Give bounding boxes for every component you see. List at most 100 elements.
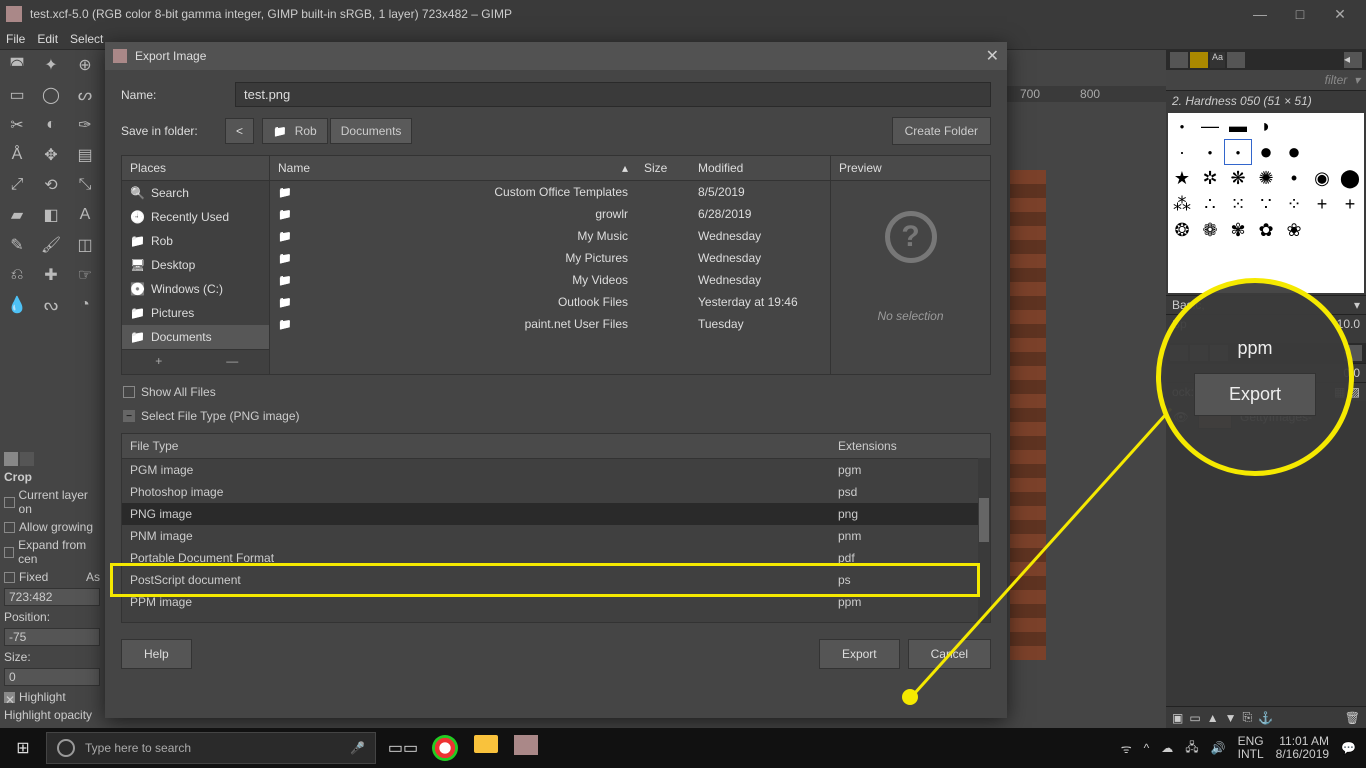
crumb-documents[interactable]: Documents <box>330 118 413 144</box>
places-item[interactable]: 📁Pictures <box>122 301 269 325</box>
foreground-select-icon[interactable]: ◐ <box>34 110 68 140</box>
file-row[interactable]: paint.net User FilesTuesday <box>270 313 830 335</box>
move-icon[interactable]: ✥ <box>34 140 68 170</box>
ellipse-select-icon[interactable]: ◯ <box>34 80 68 110</box>
measure-icon[interactable]: Å <box>0 140 34 170</box>
minimize-button[interactable]: — <box>1240 6 1280 22</box>
brush-spacing[interactable]: Sp10.0 <box>1166 314 1366 333</box>
option-expand[interactable]: Expand from cen <box>0 536 104 568</box>
scale-icon[interactable]: ⤡ <box>68 170 102 200</box>
rect-select-icon[interactable]: ▭ <box>0 80 34 110</box>
task-view-icon[interactable]: ▭▭ <box>390 735 416 761</box>
brush-filter[interactable]: filter ▾ <box>1166 70 1366 91</box>
pencil-icon[interactable]: ✎ <box>0 230 34 260</box>
mic-icon[interactable]: 🎤 <box>350 741 365 755</box>
dodge-icon[interactable]: ᔓ <box>34 290 68 320</box>
file-row[interactable]: growlr6/28/2019 <box>270 203 830 225</box>
layer-lock[interactable]: ock:▦ ▨ <box>1166 382 1366 401</box>
visibility-icon[interactable]: 👁 <box>1172 410 1190 424</box>
select-file-type-toggle[interactable]: −Select File Type (PNG image) <box>121 409 991 423</box>
dialog-close-button[interactable]: ✕ <box>986 46 999 66</box>
chrome-icon[interactable] <box>432 735 458 761</box>
file-row[interactable]: Outlook FilesYesterday at 19:46 <box>270 291 830 313</box>
column-modified[interactable]: Modified <box>690 156 830 180</box>
file-type-row[interactable]: PPM imageppm <box>122 591 990 613</box>
file-type-row[interactable]: Portable Document Formatpdf <box>122 547 990 569</box>
explorer-icon[interactable] <box>474 735 498 753</box>
eraser-icon[interactable]: ◫ <box>68 230 102 260</box>
tray-icon[interactable]: ᯤ <box>1121 740 1132 757</box>
rotate-icon[interactable]: ⟲ <box>34 170 68 200</box>
notifications-icon[interactable]: 💬 <box>1341 741 1356 755</box>
file-row[interactable]: My MusicWednesday <box>270 225 830 247</box>
show-all-files-checkbox[interactable]: Show All Files <box>121 385 991 399</box>
paths-icon[interactable]: ✑ <box>68 110 102 140</box>
crumb-rob[interactable]: Rob <box>262 118 328 144</box>
places-item[interactable]: 🔍Search <box>122 181 269 205</box>
close-button[interactable]: ✕ <box>1320 6 1360 23</box>
scissors-icon[interactable]: ✂ <box>0 110 34 140</box>
tray-icon[interactable]: ☁ <box>1161 741 1173 755</box>
text-icon[interactable]: A <box>68 200 102 230</box>
free-select-icon[interactable]: ᔕ <box>68 80 102 110</box>
file-row[interactable]: My VideosWednesday <box>270 269 830 291</box>
brush-icon[interactable]: 🖌 <box>34 230 68 260</box>
aspect-field[interactable]: 723:482 <box>4 588 100 606</box>
taskbar-clock[interactable]: 11:01 AM8/16/2019 <box>1276 735 1329 761</box>
position-field[interactable]: -75 <box>4 628 100 646</box>
maximize-button[interactable]: □ <box>1280 6 1320 22</box>
menu-select[interactable]: Select <box>70 32 103 46</box>
tool-icon[interactable]: ✦ <box>34 50 68 80</box>
heal-icon[interactable]: ✚ <box>34 260 68 290</box>
menu-edit[interactable]: Edit <box>37 32 58 46</box>
places-item[interactable]: 💽Windows (C:) <box>122 277 269 301</box>
option-current-layer[interactable]: Current layer on <box>0 486 104 518</box>
file-type-row[interactable]: Photoshop imagepsd <box>122 481 990 503</box>
option-allow-growing[interactable]: Allow growing <box>0 518 104 536</box>
tool-icon[interactable]: ⊕ <box>68 50 102 80</box>
tray-icon[interactable]: ^ <box>1144 741 1150 755</box>
menu-file[interactable]: File <box>6 32 25 46</box>
blur-icon[interactable]: 💧 <box>0 290 34 320</box>
file-type-row[interactable]: PGM imagepgm <box>122 459 990 481</box>
file-type-row[interactable]: PostScript documentps <box>122 569 990 591</box>
filename-input[interactable] <box>235 82 991 107</box>
places-item[interactable]: 📁Documents <box>122 325 269 349</box>
file-type-row[interactable]: PNG imagepng <box>122 503 990 525</box>
column-size[interactable]: Size <box>636 156 690 180</box>
smudge-icon[interactable]: ☞ <box>68 260 102 290</box>
scrollbar[interactable] <box>978 458 990 622</box>
gimp-taskbar-icon[interactable] <box>514 735 538 755</box>
start-button[interactable]: ⊞ <box>0 738 46 758</box>
export-button[interactable]: Export <box>819 639 900 669</box>
layers-tabs[interactable]: ◂ <box>1166 343 1366 363</box>
taskbar-search[interactable]: Type here to search 🎤 <box>46 732 376 764</box>
crop-icon[interactable]: ⤢ <box>0 170 34 200</box>
add-bookmark-button[interactable]: + <box>122 350 196 372</box>
size-field[interactable]: 0 <box>4 668 100 686</box>
layer-row[interactable]: 👁 GettyImages- <box>1166 401 1366 433</box>
bucket-icon[interactable]: ▰ <box>0 200 34 230</box>
clone-icon[interactable]: ⎌ <box>0 260 34 290</box>
tray-icon[interactable]: 🖧 <box>1185 738 1198 759</box>
column-name[interactable]: Name▴ <box>270 156 636 180</box>
places-item[interactable]: 📁Rob <box>122 229 269 253</box>
back-button[interactable]: < <box>225 118 254 144</box>
brush-grid[interactable]: —▬◗ · ✲❋✺•◉⬤ ⁂∴⁙∵⁘++ ❂❁✾✿❀ <box>1168 113 1364 293</box>
gradient-icon[interactable]: ◧ <box>34 200 68 230</box>
file-type-row[interactable]: PNM imagepnm <box>122 525 990 547</box>
option-fixed[interactable]: FixedAs <box>0 568 104 586</box>
tool-icon[interactable]: ◚ <box>0 50 34 80</box>
tray-icon[interactable]: 🔊 <box>1211 741 1226 755</box>
file-row[interactable]: Custom Office Templates8/5/2019 <box>270 181 830 203</box>
layer-opacity[interactable]: 0.0 <box>1166 363 1366 382</box>
create-folder-button[interactable]: Create Folder <box>892 117 991 145</box>
places-item[interactable]: 🕘Recently Used <box>122 205 269 229</box>
column-extensions[interactable]: Extensions <box>830 434 990 458</box>
column-file-type[interactable]: File Type <box>122 434 830 458</box>
color-icon[interactable]: ◔ <box>68 290 102 320</box>
places-item[interactable]: 🖥Desktop <box>122 253 269 277</box>
align-icon[interactable]: ▤ <box>68 140 102 170</box>
help-button[interactable]: Help <box>121 639 192 669</box>
dock-tabs[interactable]: Aa◂ <box>1166 50 1366 70</box>
